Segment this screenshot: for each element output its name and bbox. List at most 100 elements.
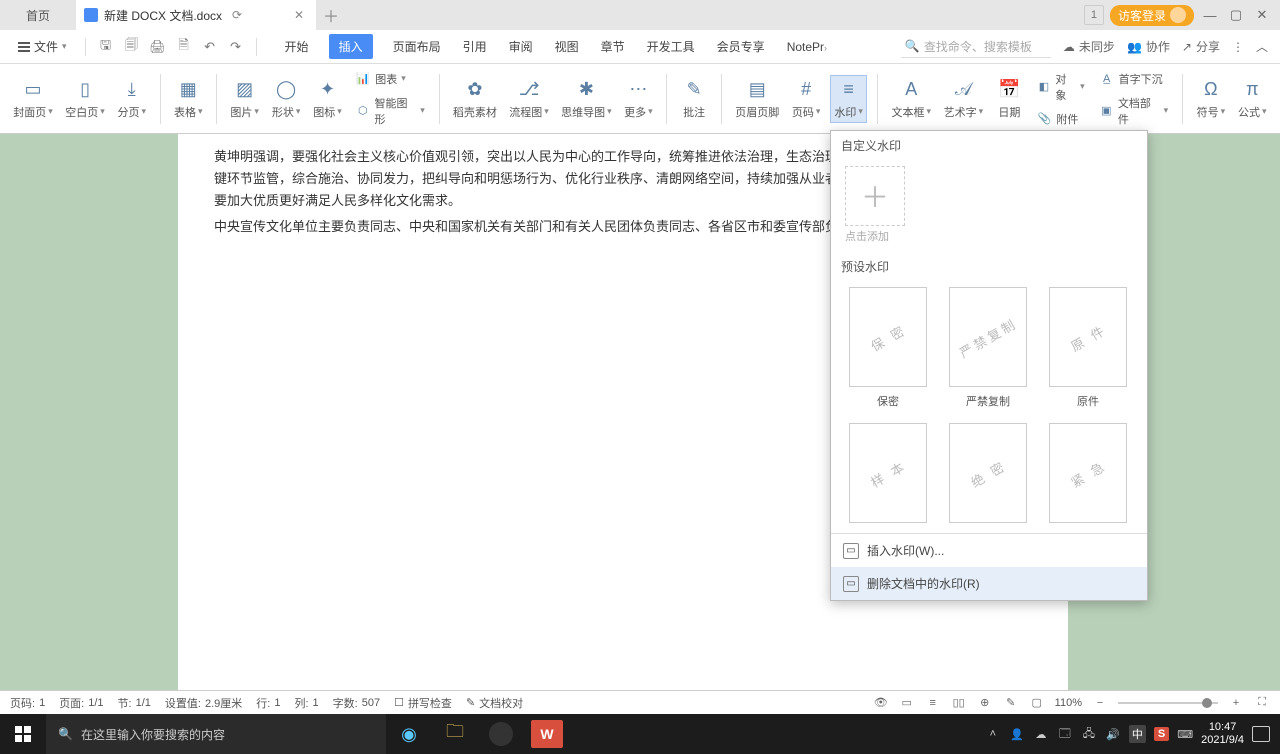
save-icon[interactable]: 🖫: [98, 39, 114, 55]
table-button[interactable]: ▦表格▾: [170, 76, 205, 122]
cover-page-button[interactable]: ▭封面页▾: [10, 76, 56, 122]
tray-people-icon[interactable]: 👤: [1009, 726, 1025, 742]
tab-page-layout[interactable]: 页面布局: [391, 34, 443, 59]
share-link[interactable]: ↗分享: [1182, 38, 1220, 55]
home-tab[interactable]: 首页: [0, 0, 76, 30]
remove-watermark-action[interactable]: ▭删除文档中的水印(R): [831, 567, 1147, 600]
date-button[interactable]: 📅日期: [992, 76, 1026, 122]
header-footer-button[interactable]: ▤页眉页脚: [732, 76, 782, 122]
symbol-button[interactable]: Ω符号▾: [1193, 76, 1228, 122]
docer-button[interactable]: ✿稻壳素材: [450, 76, 500, 122]
sb-pages[interactable]: 页面: 1/1: [59, 695, 103, 711]
close-button[interactable]: ✕: [1252, 5, 1272, 25]
sb-col[interactable]: 列: 1: [294, 695, 318, 711]
taskbar-search[interactable]: 🔍 在这里输入你要搜索的内容: [46, 714, 386, 754]
preset-confidential[interactable]: 保 密保密: [845, 287, 931, 409]
fullscreen-icon[interactable]: ⛶: [1254, 695, 1270, 711]
page-break-button[interactable]: ⤓分页▾: [114, 76, 149, 122]
taskbar-clock[interactable]: 10:47 2021/9/4: [1201, 721, 1244, 747]
dropcap-button[interactable]: A̲首字下沉: [1095, 69, 1172, 89]
tab-section[interactable]: 章节: [599, 34, 627, 59]
collapse-ribbon-icon[interactable]: ︿: [1256, 38, 1268, 55]
blank-page-button[interactable]: ▯空白页▾: [62, 76, 108, 122]
print-icon[interactable]: 🖨: [150, 39, 166, 55]
icons-button[interactable]: ✦图标▾: [310, 76, 345, 122]
zoom-in-icon[interactable]: +: [1228, 695, 1244, 711]
tab-restore-icon[interactable]: ⟳: [228, 8, 246, 22]
preset-original[interactable]: 原 件原件: [1045, 287, 1131, 409]
app-wps[interactable]: W: [531, 720, 563, 748]
coop-link[interactable]: 👥协作: [1127, 38, 1170, 55]
preset-nocopy[interactable]: 严禁复制严禁复制: [945, 287, 1031, 409]
sb-section[interactable]: 节: 1/1: [118, 695, 151, 711]
more-icon[interactable]: ⋮: [1232, 40, 1244, 54]
new-tab-button[interactable]: ＋: [316, 3, 346, 27]
zoom-slider[interactable]: [1118, 702, 1218, 704]
unsync-link[interactable]: ☁未同步: [1063, 38, 1115, 55]
eye-icon[interactable]: 👁: [873, 695, 889, 711]
tray-battery-icon[interactable]: 🗔: [1057, 726, 1073, 742]
sb-row[interactable]: 行: 1: [256, 695, 280, 711]
app-edge[interactable]: ◉: [386, 714, 432, 754]
app-obs[interactable]: [489, 722, 513, 746]
chart-button[interactable]: 📊图表▾: [351, 69, 428, 89]
save-as-icon[interactable]: 🗐: [124, 39, 140, 55]
zoom-out-icon[interactable]: −: [1092, 695, 1108, 711]
maximize-button[interactable]: ▢: [1226, 5, 1246, 25]
tray-volume-icon[interactable]: 🔊: [1105, 726, 1121, 742]
print-preview-icon[interactable]: 🗎: [176, 39, 192, 55]
view-highlight-icon[interactable]: ✎: [1003, 695, 1019, 711]
fit-icon[interactable]: ▢: [1029, 695, 1045, 711]
command-search[interactable]: 🔍 查找命令、搜索模板: [901, 36, 1051, 58]
page-number-button[interactable]: #页码▾: [788, 76, 823, 122]
tab-start[interactable]: 开始: [283, 34, 311, 59]
tab-references[interactable]: 引用: [461, 34, 489, 59]
wordart-button[interactable]: 𝒜艺术字▾: [940, 76, 986, 122]
quickparts-button[interactable]: ▣文档部件▾: [1095, 93, 1172, 129]
shapes-button[interactable]: ◯形状▾: [268, 76, 303, 122]
tab-close-icon[interactable]: ✕: [290, 8, 308, 22]
view-outline-icon[interactable]: ≡: [925, 695, 941, 711]
sb-spellcheck[interactable]: ☐拼写检查: [394, 695, 452, 711]
document-tab[interactable]: 新建 DOCX 文档.docx ⟳ ✕: [76, 0, 316, 30]
tab-notepr[interactable]: NotePr›: [785, 36, 829, 58]
tray-network-icon[interactable]: 🖧: [1081, 726, 1097, 742]
attachment-button[interactable]: 📎附件: [1032, 109, 1088, 129]
smartart-button[interactable]: ⬡智能图形▾: [351, 93, 428, 129]
notification-icon[interactable]: [1252, 726, 1270, 742]
file-menu[interactable]: 文件 ▾: [12, 34, 73, 59]
tray-chevron-icon[interactable]: ˄: [985, 726, 1001, 742]
tray-keyboard-icon[interactable]: ⌨: [1177, 726, 1193, 742]
zoom-level[interactable]: 110%: [1055, 697, 1082, 709]
preset-topsecret[interactable]: 绝 密: [945, 423, 1031, 523]
picture-button[interactable]: ▨图片▾: [227, 76, 262, 122]
mindmap-button[interactable]: ✱思维导图▾: [558, 76, 615, 122]
more-button[interactable]: ⋯更多▾: [621, 76, 656, 122]
sb-proof[interactable]: ✎文档校对: [466, 695, 523, 711]
flowchart-button[interactable]: ⎇流程图▾: [506, 76, 552, 122]
equation-button[interactable]: π公式▾: [1235, 76, 1270, 122]
login-button[interactable]: 访客登录: [1110, 5, 1194, 26]
sb-words[interactable]: 字数: 507: [333, 695, 380, 711]
view-page-icon[interactable]: ▭: [899, 695, 915, 711]
preset-urgent[interactable]: 紧 急: [1045, 423, 1131, 523]
sb-position[interactable]: 设置值: 2.9厘米: [165, 695, 242, 711]
view-read-icon[interactable]: ▯▯: [951, 695, 967, 711]
tab-review[interactable]: 审阅: [507, 34, 535, 59]
tab-view[interactable]: 视图: [553, 34, 581, 59]
undo-icon[interactable]: ↶: [202, 39, 218, 55]
reading-mode-icon[interactable]: 1: [1084, 5, 1104, 25]
tray-onedrive-icon[interactable]: ☁: [1033, 726, 1049, 742]
sb-page-number[interactable]: 页码: 1: [10, 695, 45, 711]
insert-watermark-action[interactable]: ▭插入水印(W)...: [831, 534, 1147, 567]
tray-sogou-icon[interactable]: S: [1154, 727, 1169, 741]
tab-member[interactable]: 会员专享: [715, 34, 767, 59]
textbox-button[interactable]: A文本框▾: [888, 76, 934, 122]
tray-ime[interactable]: 中: [1129, 725, 1146, 743]
view-web-icon[interactable]: ⊕: [977, 695, 993, 711]
preset-sample[interactable]: 样 本: [845, 423, 931, 523]
add-custom-watermark[interactable]: ＋: [845, 166, 905, 226]
comment-button[interactable]: ✎批注: [677, 76, 711, 122]
watermark-button[interactable]: ≡水印▾: [830, 75, 867, 123]
minimize-button[interactable]: —: [1200, 5, 1220, 25]
